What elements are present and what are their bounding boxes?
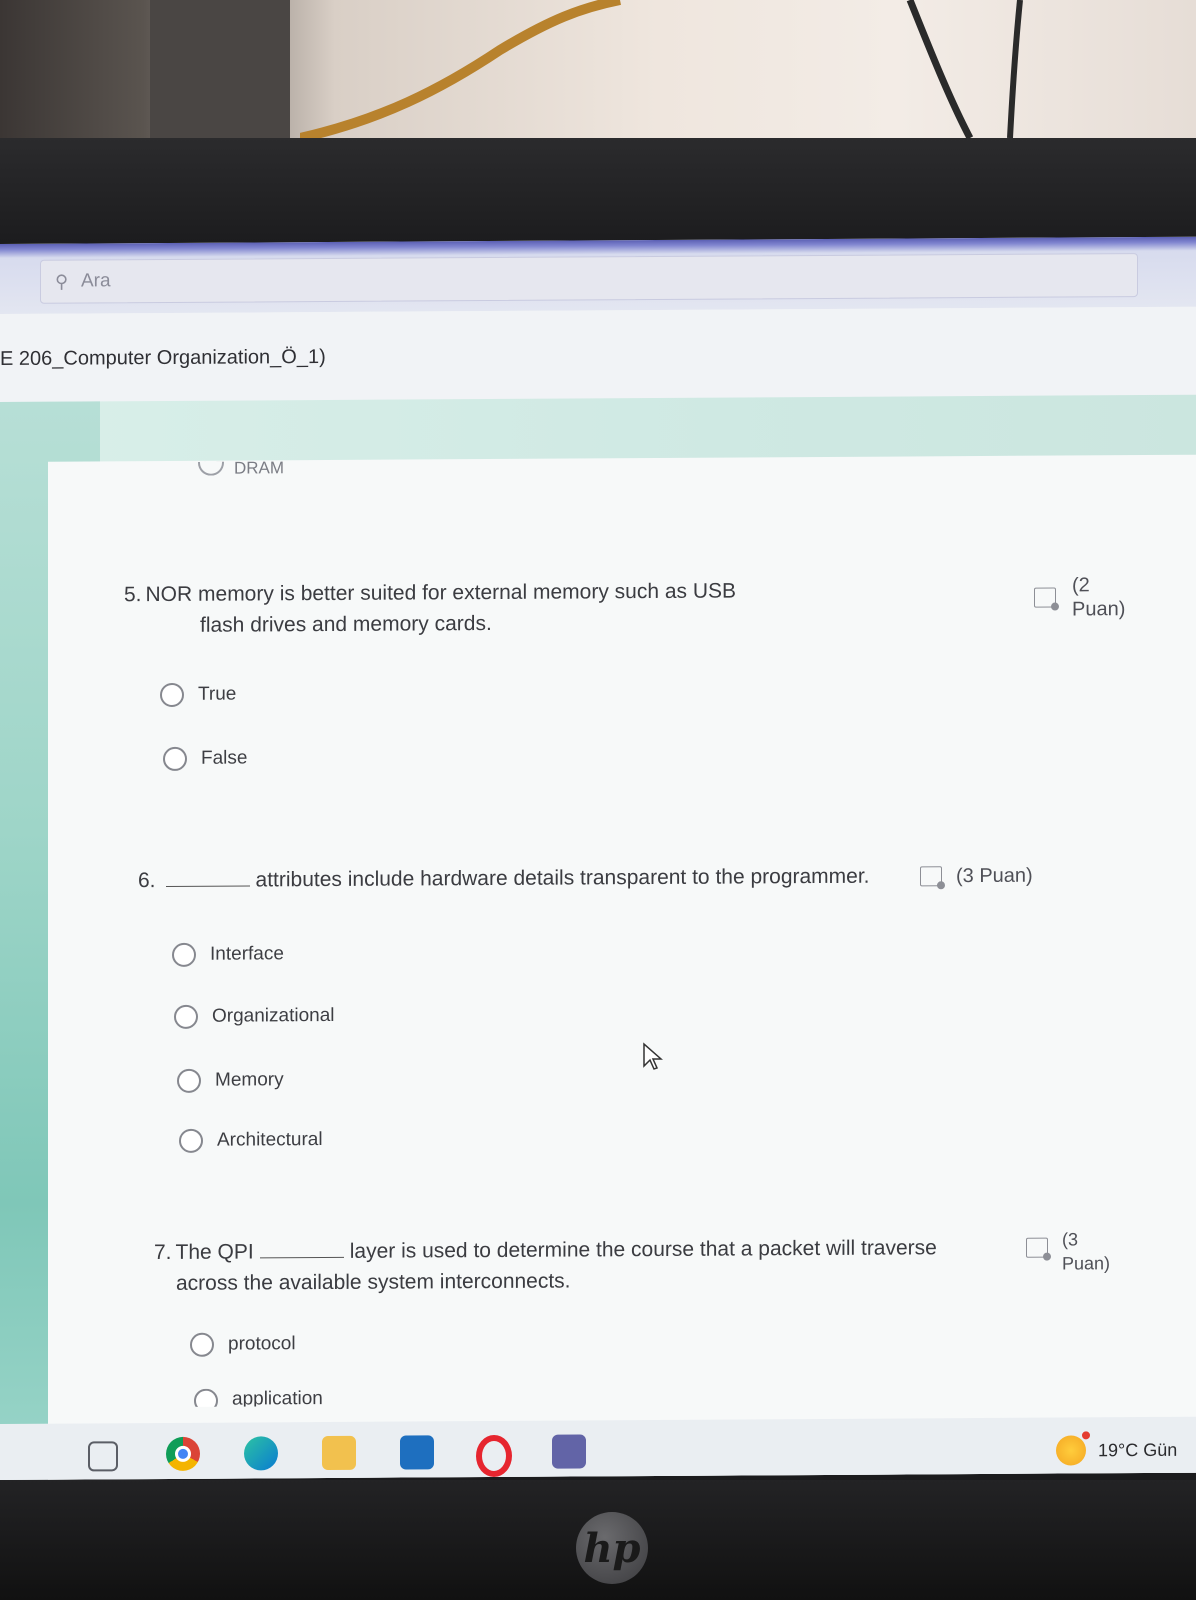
hp-logo: hp [576, 1512, 648, 1584]
form-title: E 206_Computer Organization_Ö_1) [0, 346, 326, 370]
option-label: Interface [210, 943, 284, 965]
mouse-cursor-icon [643, 1042, 663, 1070]
mail-icon[interactable] [400, 1435, 434, 1470]
taskbar: 19°C Gün [0, 1416, 1196, 1480]
question-points: (3 Puan) [956, 864, 1033, 888]
sun-icon [1056, 1435, 1086, 1466]
option-label: protocol [228, 1333, 296, 1355]
screen: ⚲ Ara E 206_Computer Organization_Ö_1) D… [0, 236, 1196, 1480]
question-5: 5. NOR memory is better suited for extern… [124, 576, 736, 642]
immersive-reader-icon[interactable] [1034, 587, 1056, 608]
radio-button[interactable] [198, 461, 224, 476]
option-label: application [232, 1388, 323, 1407]
question-text-start: The QPI [175, 1240, 254, 1264]
question-text: attributes include hardware details tran… [255, 864, 870, 892]
chrome-icon[interactable] [166, 1436, 200, 1471]
opera-icon[interactable] [476, 1434, 512, 1478]
immersive-reader-icon[interactable] [1026, 1237, 1048, 1258]
question-number: 6. [138, 869, 156, 893]
form-card: DRAM 5. NOR memory is better suited for e… [48, 454, 1196, 1480]
background-cable-black [906, 0, 1023, 140]
question-number: 7. [154, 1240, 172, 1265]
search-placeholder: Ara [81, 270, 111, 292]
points-line2: Puan) [1072, 598, 1126, 621]
radio-button[interactable] [179, 1128, 203, 1153]
option-interface[interactable]: Interface [172, 942, 284, 967]
background-post [150, 0, 290, 140]
question-text: NOR memory is better suited for external… [145, 579, 737, 607]
monitor-bezel-top [0, 138, 1196, 244]
question-text-line2: across the available system interconnect… [176, 1269, 571, 1295]
question-points: (3 Puan) [1062, 1227, 1110, 1275]
task-view-icon[interactable] [88, 1441, 118, 1472]
radio-button[interactable] [194, 1388, 218, 1407]
radio-button[interactable] [177, 1068, 201, 1093]
option-label: Architectural [217, 1129, 323, 1151]
radio-button[interactable] [172, 942, 196, 967]
top-bar: ⚲ Ara [0, 236, 1196, 314]
option-true[interactable]: True [160, 682, 237, 708]
question-7: 7. The QPI layer is used to determine the … [154, 1232, 937, 1299]
option-label: Organizational [212, 1004, 335, 1027]
option-protocol[interactable]: protocol [190, 1332, 296, 1357]
background-cable [300, 0, 621, 140]
points-line1: (3 [1062, 1229, 1079, 1250]
answer-blank [259, 1238, 344, 1259]
radio-button[interactable] [163, 746, 187, 772]
question-6: 6. attributes include hardware details tr… [138, 861, 870, 896]
answer-blank [165, 867, 250, 887]
partial-option: DRAM [198, 458, 284, 479]
radio-button[interactable] [190, 1332, 214, 1357]
question-text-line2: flash drives and memory cards. [200, 611, 492, 637]
option-architectural[interactable]: Architectural [179, 1128, 323, 1153]
option-false[interactable]: False [163, 746, 248, 772]
option-label: Memory [215, 1069, 284, 1091]
edge-icon[interactable] [244, 1436, 278, 1471]
question-text-end: layer is used to determine the course th… [349, 1236, 937, 1263]
weather-widget[interactable]: 19°C Gün [1056, 1435, 1177, 1466]
option-label: True [198, 683, 237, 705]
search-icon: ⚲ [55, 271, 69, 292]
radio-button[interactable] [160, 682, 184, 708]
teams-icon[interactable] [552, 1434, 586, 1469]
weather-text: 19°C Gün [1098, 1439, 1178, 1460]
radio-button[interactable] [174, 1004, 198, 1029]
immersive-reader-icon[interactable] [920, 866, 942, 887]
search-input[interactable]: ⚲ Ara [40, 253, 1138, 304]
points-line1: (2 [1072, 574, 1090, 597]
option-label: False [201, 747, 248, 769]
option-organizational[interactable]: Organizational [174, 1004, 335, 1029]
points-line2: Puan) [1062, 1253, 1111, 1274]
question-points: (2 Puan) [1072, 573, 1125, 621]
form-title-bar: E 206_Computer Organization_Ö_1) [0, 306, 1196, 402]
option-memory[interactable]: Memory [177, 1068, 284, 1093]
option-application[interactable]: application [194, 1388, 323, 1407]
option-label: DRAM [234, 458, 285, 478]
file-explorer-icon[interactable] [322, 1435, 356, 1471]
question-number: 5. [124, 583, 142, 607]
